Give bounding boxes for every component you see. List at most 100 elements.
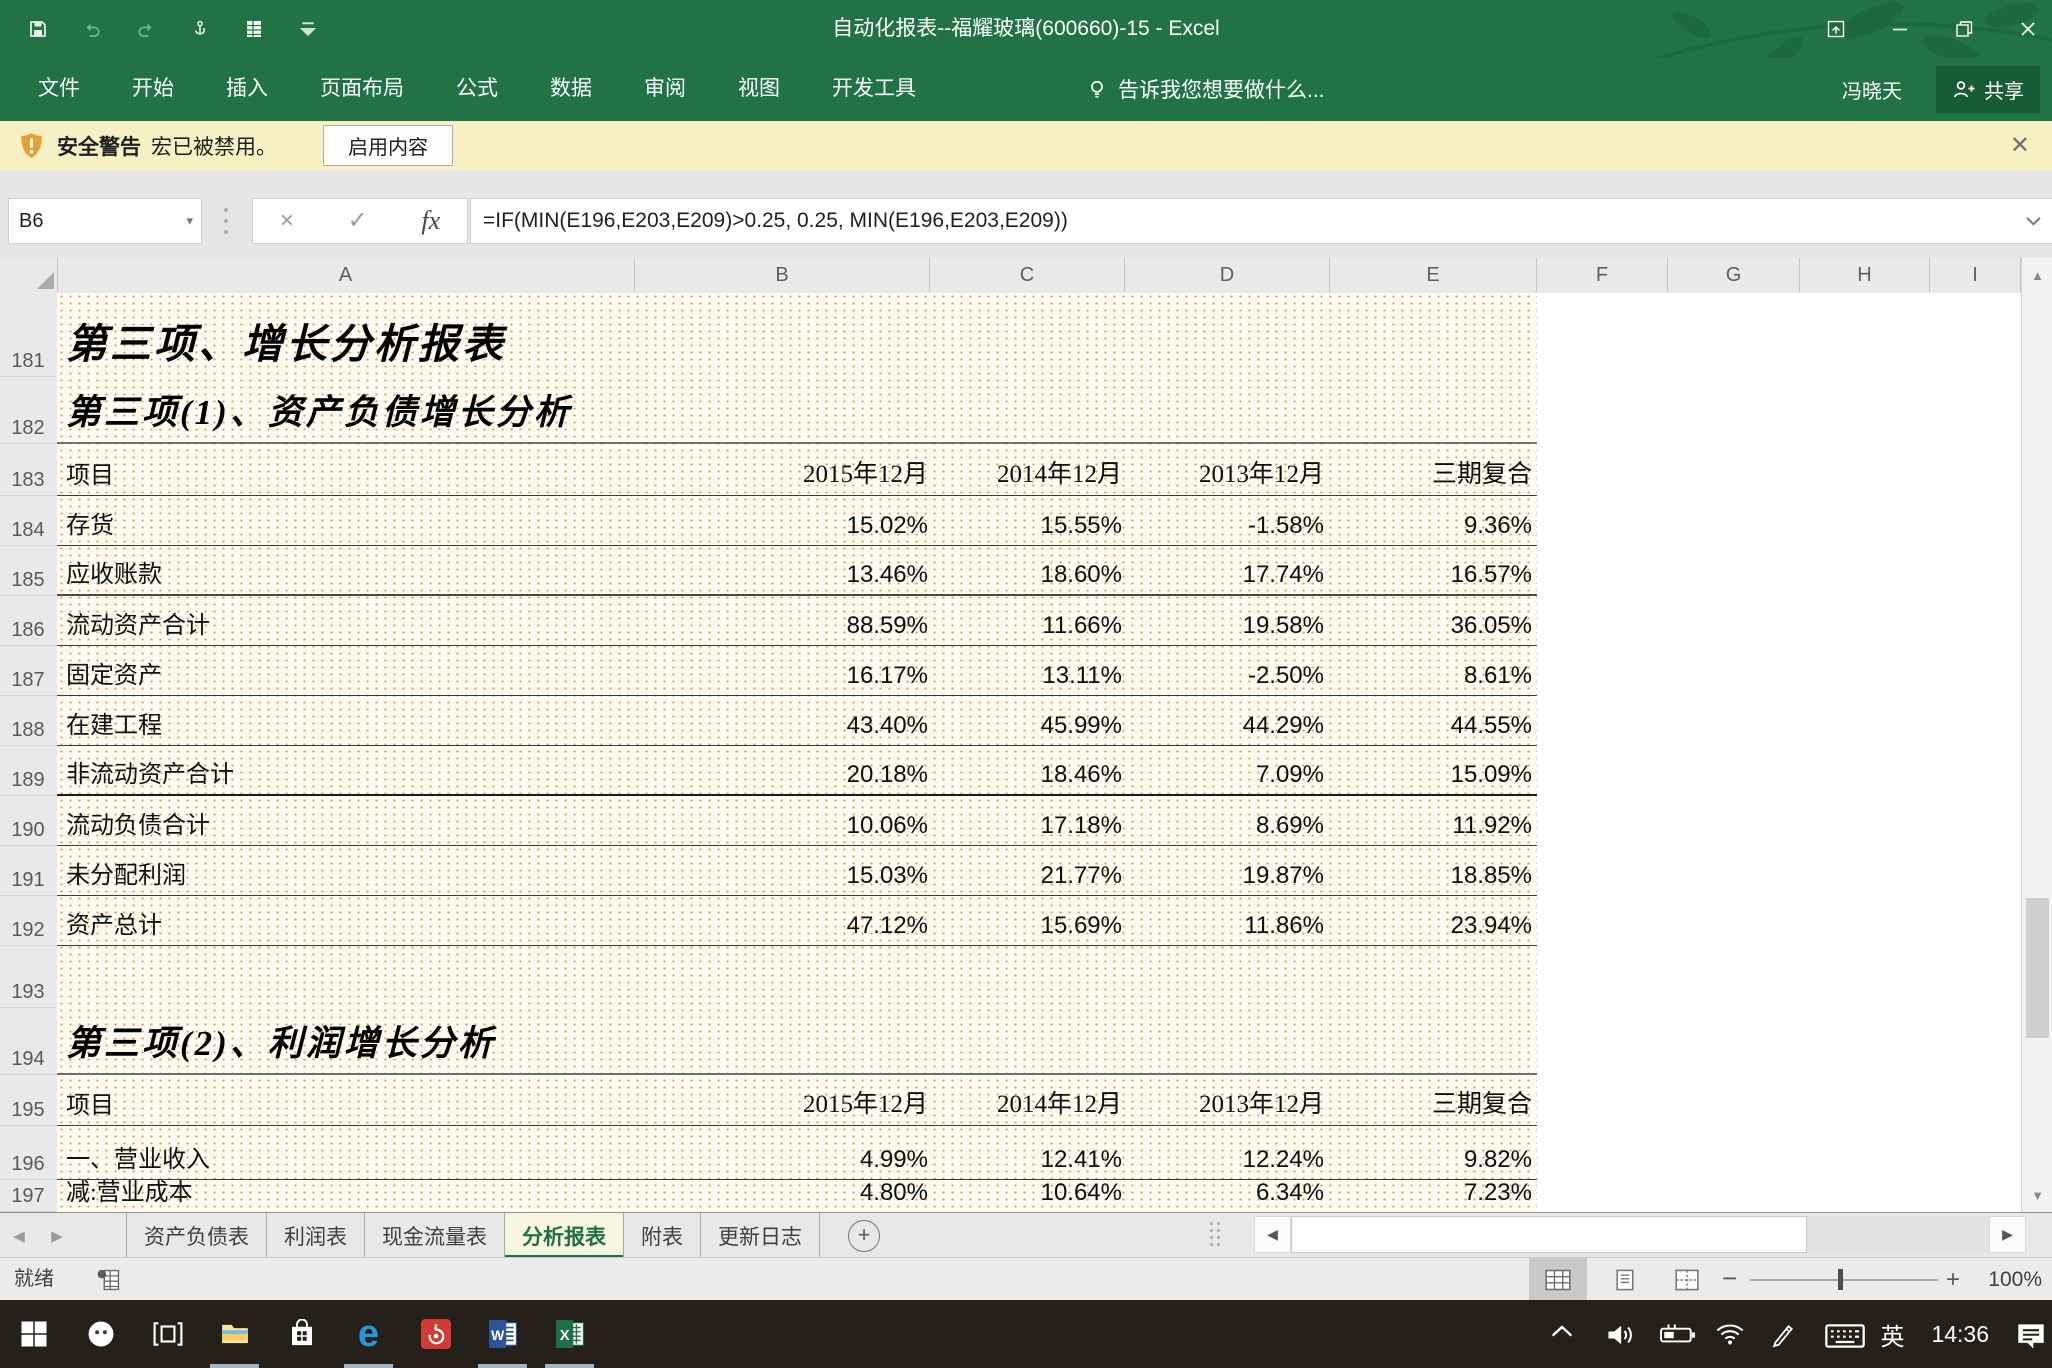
user-name[interactable]: 冯晓天 <box>1842 75 1902 104</box>
cell-C196[interactable]: 12.41% <box>935 1146 1122 1174</box>
column-header-I[interactable]: I <box>1930 258 2021 292</box>
row-header-196[interactable]: 196 <box>0 1126 56 1180</box>
hscroll-right-icon[interactable]: ▶ <box>1989 1216 2026 1253</box>
view-page-layout-button[interactable] <box>1596 1258 1654 1301</box>
formula-bar-expand-icon[interactable] <box>2026 216 2041 226</box>
minimize-icon[interactable] <box>1890 19 1910 39</box>
zoom-slider-track[interactable] <box>1750 1279 1938 1281</box>
cell-B186[interactable]: 88.59% <box>640 612 928 640</box>
cell-C183[interactable]: 2014年12月 <box>935 454 1122 490</box>
cell-D191[interactable]: 19.87% <box>1130 862 1324 890</box>
zoom-out-icon[interactable]: − <box>1722 1258 1737 1301</box>
view-normal-button[interactable] <box>1529 1258 1587 1301</box>
row-header-186[interactable]: 186 <box>0 596 56 646</box>
cell-A186[interactable]: 流动资产合计 <box>66 605 210 640</box>
security-bar-close-icon[interactable]: ✕ <box>2010 121 2030 170</box>
cell-B196[interactable]: 4.99% <box>640 1146 928 1174</box>
cell-B187[interactable]: 16.17% <box>640 662 928 690</box>
cell-B183[interactable]: 2015年12月 <box>640 454 928 490</box>
cell-E189[interactable]: 15.09% <box>1335 761 1532 789</box>
row-header-188[interactable]: 188 <box>0 696 56 746</box>
cell-B189[interactable]: 20.18% <box>640 761 928 789</box>
taskbar-app-start[interactable] <box>0 1300 67 1368</box>
name-box-caret-icon[interactable]: ▾ <box>186 213 193 229</box>
cell-E187[interactable]: 8.61% <box>1335 662 1532 690</box>
cell-C189[interactable]: 18.46% <box>935 761 1122 789</box>
tab-scroll-splitter[interactable] <box>1210 1222 1220 1250</box>
cell-B197[interactable]: 4.80% <box>640 1179 928 1207</box>
formula-input[interactable]: =IF(MIN(E196,E203,E209)>0.25, 0.25, MIN(… <box>470 198 2052 244</box>
cell-A185[interactable]: 应收账款 <box>66 554 162 589</box>
cell-C186[interactable]: 11.66% <box>935 612 1122 640</box>
battery-icon[interactable] <box>1660 1322 1688 1346</box>
tell-me-box[interactable]: 告诉我您想要做什么... <box>1086 57 1325 121</box>
row-header-195[interactable]: 195 <box>0 1075 56 1126</box>
cell-E190[interactable]: 11.92% <box>1335 812 1532 840</box>
column-header-D[interactable]: D <box>1125 258 1330 292</box>
column-header-G[interactable]: G <box>1668 258 1800 292</box>
cell-C190[interactable]: 17.18% <box>935 812 1122 840</box>
row-header-187[interactable]: 187 <box>0 646 56 696</box>
ribbon-tab-1[interactable]: 文件 <box>38 57 80 121</box>
cell-A192[interactable]: 资产总计 <box>66 905 162 940</box>
cell-C192[interactable]: 15.69% <box>935 912 1122 940</box>
cell-E186[interactable]: 36.05% <box>1335 612 1532 640</box>
row-header-194[interactable]: 194 <box>0 1008 56 1075</box>
select-all-corner[interactable] <box>0 258 58 292</box>
cell-E191[interactable]: 18.85% <box>1335 862 1532 890</box>
ribbon-tab-3[interactable]: 插入 <box>226 57 268 121</box>
cell-B188[interactable]: 43.40% <box>640 712 928 740</box>
cell-C185[interactable]: 18.60% <box>935 561 1122 589</box>
column-header-A[interactable]: A <box>57 258 635 292</box>
taskbar-clock[interactable]: 14:36 <box>1931 1321 1989 1348</box>
column-header-B[interactable]: B <box>635 258 930 292</box>
cell-E188[interactable]: 44.55% <box>1335 712 1532 740</box>
horizontal-scrollbar[interactable]: ◀ ▶ <box>1254 1216 2026 1253</box>
cell-D184[interactable]: -1.58% <box>1130 512 1324 540</box>
cell-D189[interactable]: 7.09% <box>1130 761 1324 789</box>
row-header-182[interactable]: 182 <box>0 377 56 444</box>
share-button[interactable]: 共享 <box>1936 66 2040 113</box>
cell-D183[interactable]: 2013年12月 <box>1130 454 1324 490</box>
ribbon-tab-9[interactable]: 开发工具 <box>832 57 916 121</box>
taskbar-app-netease-music[interactable] <box>402 1300 469 1368</box>
cell-A196[interactable]: 一、营业收入 <box>66 1139 210 1174</box>
sheet-tab-5[interactable]: 附表 <box>624 1213 701 1258</box>
undo-icon[interactable] <box>82 19 102 39</box>
action-center-icon[interactable] <box>2016 1322 2044 1346</box>
cell-B191[interactable]: 15.03% <box>640 862 928 890</box>
cell-B184[interactable]: 15.02% <box>640 512 928 540</box>
insert-function-icon[interactable]: fx <box>421 206 440 236</box>
cell-A189[interactable]: 非流动资产合计 <box>66 754 234 789</box>
cell-B192[interactable]: 47.12% <box>640 912 928 940</box>
sheet-tab-1[interactable]: 资产负债表 <box>126 1213 267 1258</box>
cell-E192[interactable]: 23.94% <box>1335 912 1532 940</box>
row-header-183[interactable]: 183 <box>0 444 56 496</box>
save-icon[interactable] <box>28 19 48 39</box>
vertical-scrollbar-thumb[interactable] <box>2026 898 2049 1038</box>
row-header-193[interactable]: 193 <box>0 946 56 1008</box>
workbook-icon[interactable] <box>244 19 264 39</box>
wifi-icon[interactable] <box>1715 1322 1743 1346</box>
cell-C191[interactable]: 21.77% <box>935 862 1122 890</box>
sheet-tab-4[interactable]: 分析报表 <box>505 1213 624 1258</box>
volume-icon[interactable] <box>1605 1322 1633 1346</box>
column-header-C[interactable]: C <box>930 258 1125 292</box>
sheet-nav-left-icon[interactable]: ◀ <box>0 1213 38 1258</box>
ime-indicator[interactable]: 英 <box>1880 1317 1904 1352</box>
cell-D196[interactable]: 12.24% <box>1130 1146 1324 1174</box>
cell-D195[interactable]: 2013年12月 <box>1130 1084 1324 1120</box>
row-header-190[interactable]: 190 <box>0 796 56 846</box>
sheet-nav-right-icon[interactable]: ▶ <box>38 1213 76 1258</box>
cell-C187[interactable]: 13.11% <box>935 662 1122 690</box>
cell-B190[interactable]: 10.06% <box>640 812 928 840</box>
column-header-F[interactable]: F <box>1537 258 1668 292</box>
column-header-H[interactable]: H <box>1800 258 1930 292</box>
cell-E197[interactable]: 7.23% <box>1335 1179 1532 1207</box>
scroll-down-icon[interactable]: ▼ <box>2022 1178 2052 1212</box>
zoom-slider-handle[interactable] <box>1838 1269 1843 1290</box>
add-sheet-icon[interactable]: + <box>848 1220 880 1252</box>
sheet-tab-6[interactable]: 更新日志 <box>701 1213 820 1258</box>
cell-C195[interactable]: 2014年12月 <box>935 1084 1122 1120</box>
pen-icon[interactable] <box>1770 1322 1798 1346</box>
